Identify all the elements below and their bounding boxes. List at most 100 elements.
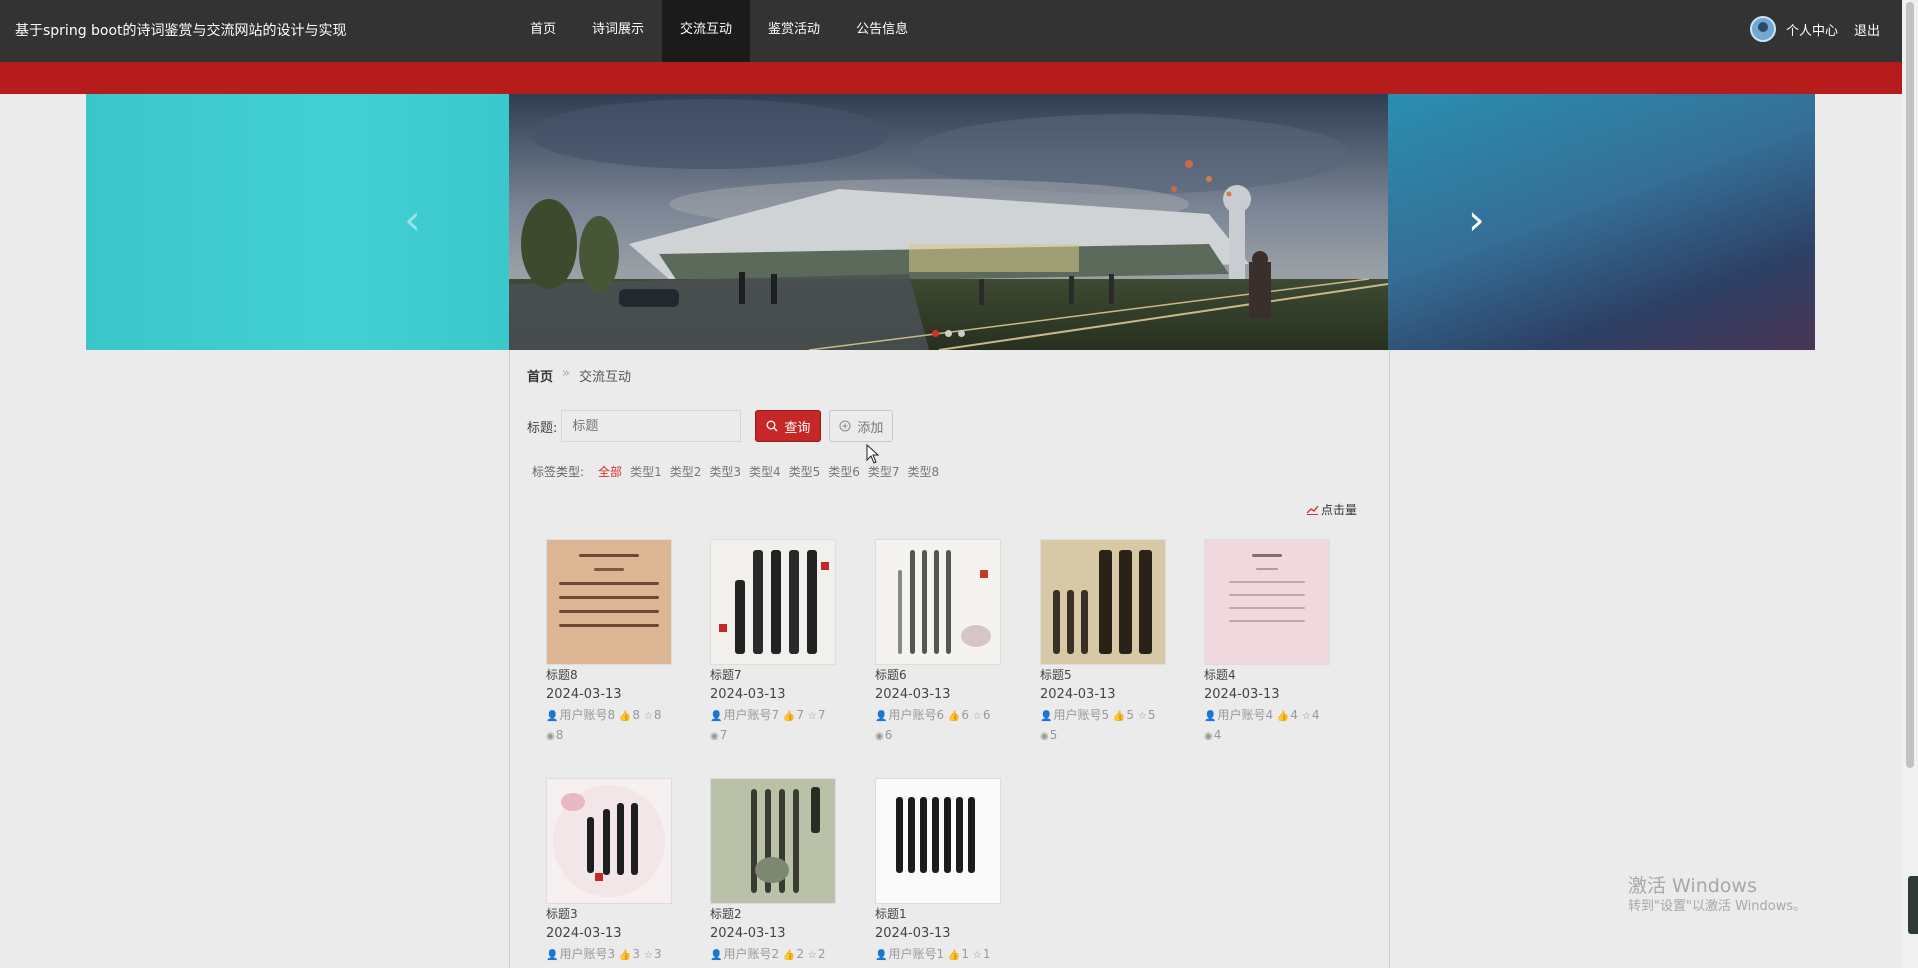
breadcrumb-home[interactable]: 首页	[527, 366, 553, 385]
post-meta: 👤用户账号7 👍7 ☆7	[710, 706, 840, 726]
building-rendering-image	[509, 94, 1388, 350]
post-title[interactable]: 标题4	[1204, 667, 1334, 684]
star-icon[interactable]: ☆	[808, 950, 817, 961]
post-date: 2024-03-13	[710, 926, 786, 941]
fav-count: 8	[653, 708, 662, 722]
nav-item-home[interactable]: 首页	[512, 0, 574, 62]
carousel-dot[interactable]	[958, 330, 965, 337]
logout-link[interactable]: 退出	[1854, 20, 1880, 39]
post-title[interactable]: 标题5	[1040, 667, 1170, 684]
carousel-next-icon[interactable]: ›	[1468, 199, 1485, 241]
post-thumbnail[interactable]	[710, 778, 836, 904]
post-thumbnail[interactable]	[546, 778, 672, 904]
post-views: ◉7	[710, 726, 840, 746]
carousel-slide-next	[1388, 94, 1815, 350]
breadcrumb-separator: »	[562, 366, 570, 381]
star-icon[interactable]: ☆	[644, 711, 653, 722]
tag-filter-label: 标签类型:	[532, 465, 585, 479]
carousel-slide-current[interactable]	[509, 94, 1388, 350]
post-date: 2024-03-13	[1040, 687, 1116, 702]
star-icon[interactable]: ☆	[644, 950, 653, 961]
post-card[interactable]: 标题4 2024-03-13 👤用户账号4 👍4 ☆4 ◉4	[1204, 539, 1334, 746]
carousel-dot[interactable]	[945, 330, 952, 337]
post-card[interactable]: 标题6 2024-03-13 👤用户账号6 👍6 ☆6 ◉6	[875, 539, 1005, 746]
post-thumbnail[interactable]	[710, 539, 836, 665]
thumbs-up-icon[interactable]: 👍	[783, 950, 795, 961]
star-icon[interactable]: ☆	[1302, 711, 1311, 722]
carousel-prev-icon[interactable]: ‹	[404, 199, 421, 241]
nav-item-poetry[interactable]: 诗词展示	[574, 0, 662, 62]
fav-count: 7	[817, 708, 826, 722]
tag-type3[interactable]: 类型3	[709, 463, 741, 480]
thumbs-up-icon[interactable]: 👍	[1277, 711, 1289, 722]
fav-count: 6	[982, 708, 991, 722]
thumbs-up-icon[interactable]: 👍	[619, 950, 631, 961]
post-title[interactable]: 标题7	[710, 667, 840, 684]
post-title[interactable]: 标题8	[546, 667, 676, 684]
tag-type1[interactable]: 类型1	[630, 463, 662, 480]
nav-item-activities[interactable]: 鉴赏活动	[750, 0, 838, 62]
post-date: 2024-03-13	[1204, 687, 1280, 702]
carousel-dot[interactable]	[932, 330, 939, 337]
post-card[interactable]: 标题1 2024-03-13 👤用户账号1 👍1 ☆1	[875, 778, 1005, 965]
side-tray-widget[interactable]	[1908, 876, 1918, 934]
tag-all[interactable]: 全部	[598, 463, 622, 480]
thumbs-up-icon[interactable]: 👍	[619, 711, 631, 722]
post-thumbnail[interactable]	[546, 539, 672, 665]
post-thumbnail[interactable]	[875, 778, 1001, 904]
thumbs-up-icon[interactable]: 👍	[948, 711, 960, 722]
user-icon: 👤	[710, 711, 723, 722]
post-title[interactable]: 标题3	[546, 906, 676, 923]
post-date: 2024-03-13	[546, 926, 622, 941]
star-icon[interactable]: ☆	[1138, 711, 1147, 722]
post-card[interactable]: 标题7 2024-03-13 👤用户账号7 👍7 ☆7 ◉7	[710, 539, 840, 746]
sort-label: 点击量	[1321, 503, 1358, 517]
post-author: 用户账号5	[1053, 708, 1110, 722]
query-button[interactable]: 查询	[755, 410, 822, 442]
post-thumbnail[interactable]	[1040, 539, 1166, 665]
user-icon: 👤	[1040, 711, 1053, 722]
tag-type5[interactable]: 类型5	[789, 463, 821, 480]
user-icon: 👤	[546, 711, 559, 722]
post-thumbnail[interactable]	[875, 539, 1001, 665]
nav-item-notices[interactable]: 公告信息	[838, 0, 926, 62]
title-search-input[interactable]	[561, 410, 742, 442]
star-icon[interactable]: ☆	[973, 711, 982, 722]
star-icon[interactable]: ☆	[808, 711, 817, 722]
tag-type4[interactable]: 类型4	[749, 463, 781, 480]
user-icon: 👤	[546, 950, 559, 961]
windows-activation-watermark: 激活 Windows 转到"设置"以激活 Windows。	[1628, 874, 1806, 916]
post-date: 2024-03-13	[710, 687, 786, 702]
post-thumbnail[interactable]	[1204, 539, 1330, 665]
sort-by-clicks-link[interactable]: 点击量	[1306, 501, 1357, 518]
post-card[interactable]: 标题3 2024-03-13 👤用户账号3 👍3 ☆3	[546, 778, 676, 965]
avatar[interactable]	[1750, 16, 1776, 42]
tag-type6[interactable]: 类型6	[828, 463, 860, 480]
tag-type8[interactable]: 类型8	[908, 463, 940, 480]
post-author: 用户账号4	[1217, 708, 1274, 722]
post-title[interactable]: 标题2	[710, 906, 840, 923]
eye-icon: ◉	[546, 731, 555, 742]
like-count: 6	[961, 708, 970, 722]
like-count: 8	[632, 708, 641, 722]
add-button[interactable]: 添加	[829, 410, 894, 442]
post-card[interactable]: 标题5 2024-03-13 👤用户账号5 👍5 ☆5 ◉5	[1040, 539, 1170, 746]
tag-type7[interactable]: 类型7	[868, 463, 900, 480]
post-date: 2024-03-13	[875, 926, 951, 941]
tag-type2[interactable]: 类型2	[670, 463, 702, 480]
post-card[interactable]: 标题2 2024-03-13 👤用户账号2 👍2 ☆2	[710, 778, 840, 965]
post-title[interactable]: 标题6	[875, 667, 1005, 684]
scrollbar-thumb[interactable]	[1906, 2, 1914, 768]
thumbs-up-icon[interactable]: 👍	[948, 950, 960, 961]
thumbs-up-icon[interactable]: 👍	[783, 711, 795, 722]
user-icon: 👤	[875, 950, 888, 961]
vertical-scrollbar[interactable]	[1902, 0, 1918, 968]
user-center-link[interactable]: 个人中心	[1786, 20, 1838, 39]
star-icon[interactable]: ☆	[973, 950, 982, 961]
post-title[interactable]: 标题1	[875, 906, 1005, 923]
post-card[interactable]: 标题8 2024-03-13 👤用户账号8 👍8 ☆8 ◉8	[546, 539, 676, 746]
nav-item-forum[interactable]: 交流互动	[662, 0, 751, 62]
plus-circle-icon	[839, 420, 851, 432]
thumbs-up-icon[interactable]: 👍	[1113, 711, 1125, 722]
search-label: 标题:	[527, 420, 558, 436]
